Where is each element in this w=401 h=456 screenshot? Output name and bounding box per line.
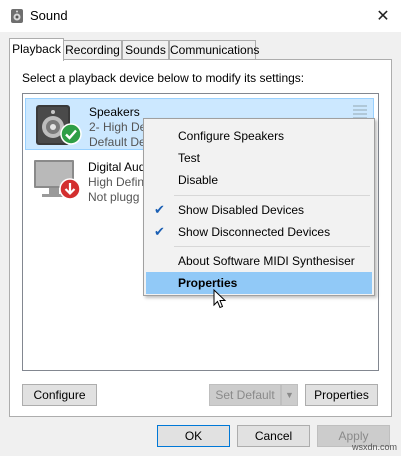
menu-item-show-disabled-devices[interactable]: ✔ Show Disabled Devices	[146, 199, 372, 221]
red-down-arrow-icon	[59, 178, 81, 200]
menu-separator	[174, 246, 370, 247]
tab-communications[interactable]: Communications	[169, 40, 259, 59]
properties-button[interactable]: Properties	[305, 384, 378, 406]
device-description: High Defini	[88, 175, 147, 189]
mouse-cursor-icon	[213, 289, 227, 309]
context-menu: Configure Speakers Test Disable ✔ Show D…	[143, 118, 375, 296]
checkmark-icon: ✔	[154, 202, 165, 217]
watermark-text: wsxdn.com	[352, 442, 398, 452]
green-check-icon	[60, 123, 82, 145]
menu-item-disable[interactable]: Disable	[146, 169, 372, 191]
device-status: Not plugg	[88, 190, 140, 204]
device-name: Speakers	[89, 105, 140, 119]
checkmark-icon: ✔	[154, 224, 165, 239]
tab-sounds[interactable]: Sounds	[122, 40, 169, 59]
chevron-down-icon: ▼	[285, 390, 294, 400]
menu-item-label: Show Disconnected Devices	[178, 225, 331, 239]
configure-button[interactable]: Configure	[22, 384, 97, 406]
tab-recording[interactable]: Recording	[63, 40, 122, 59]
menu-item-label: Properties	[178, 276, 238, 290]
device-status: Default De	[89, 135, 146, 149]
menu-item-about-midi[interactable]: About Software MIDI Synthesiser	[146, 250, 372, 272]
menu-separator	[174, 195, 370, 196]
menu-item-label: Disable	[178, 173, 219, 187]
ok-button[interactable]: OK	[157, 425, 230, 447]
menu-item-show-disconnected-devices[interactable]: ✔ Show Disconnected Devices	[146, 221, 372, 243]
menu-item-label: Configure Speakers	[178, 129, 285, 143]
menu-item-label: Show Disabled Devices	[178, 203, 305, 217]
menu-item-test[interactable]: Test	[146, 147, 372, 169]
device-name: Digital Aud	[88, 160, 146, 174]
set-default-dropdown-button[interactable]: ▼	[281, 384, 298, 406]
cancel-button[interactable]: Cancel	[237, 425, 310, 447]
close-icon: ✕	[376, 8, 390, 25]
instruction-label: Select a playback device below to modify…	[22, 71, 305, 85]
speaker-app-icon	[11, 9, 23, 23]
menu-item-configure-speakers[interactable]: Configure Speakers	[146, 125, 372, 147]
menu-item-properties[interactable]: Properties	[146, 272, 372, 294]
set-default-button[interactable]: Set Default	[209, 384, 281, 406]
tab-playback[interactable]: Playback	[9, 38, 64, 61]
close-button[interactable]: ✕	[366, 2, 400, 30]
window-title: Sound	[30, 8, 68, 23]
menu-item-label: About Software MIDI Synthesiser	[178, 254, 355, 268]
menu-item-label: Test	[178, 151, 201, 165]
